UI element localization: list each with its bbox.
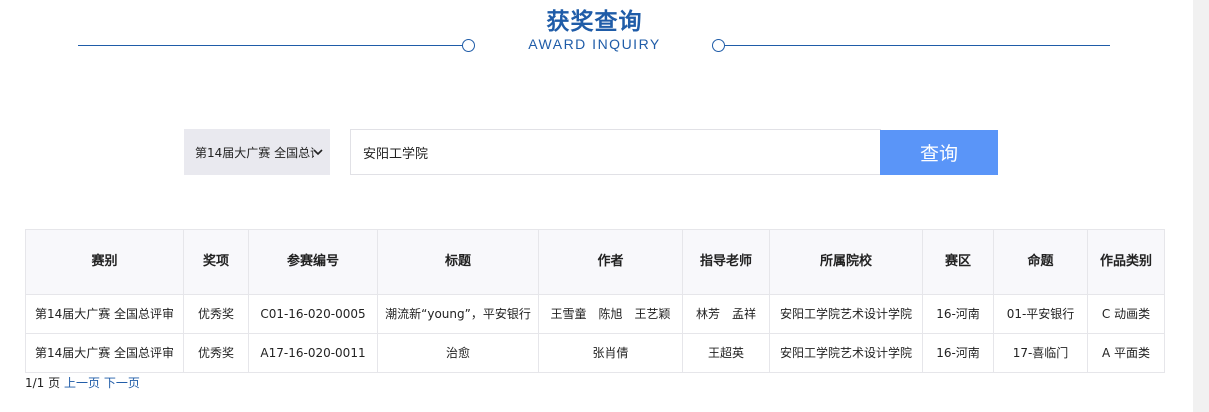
cell-author: 张肖倩 (538, 333, 683, 373)
cell-topic: 17-喜临门 (993, 333, 1088, 373)
column-header-author: 作者 (538, 229, 683, 295)
prev-page-link[interactable]: 上一页 (64, 376, 100, 390)
cell-school: 安阳工学院艺术设计学院 (769, 294, 923, 334)
cell-topic: 01-平安银行 (993, 294, 1088, 334)
page-subtitle: AWARD INQUIRY (528, 36, 661, 52)
cell-category: 第14届大广赛 全国总评审 (25, 333, 184, 373)
column-header-category: 赛别 (25, 229, 184, 295)
column-header-work-type: 作品类别 (1087, 229, 1165, 295)
cell-school: 安阳工学院艺术设计学院 (769, 333, 923, 373)
cell-title: 治愈 (377, 333, 539, 373)
cell-author: 王雪童 陈旭 王艺颖 (538, 294, 683, 334)
pagination: 1/1 页 上一页 下一页 (25, 374, 140, 391)
next-page-link[interactable]: 下一页 (104, 376, 140, 390)
competition-select-value: 第14届大广赛 全国总评审 (195, 145, 314, 160)
cell-region: 16-河南 (922, 333, 994, 373)
cell-award: 优秀奖 (183, 333, 249, 373)
table-header-row: 赛别 奖项 参赛编号 标题 作者 指导老师 所属院校 赛区 命题 作品类别 (25, 229, 1165, 295)
cell-advisor: 王超英 (682, 333, 770, 373)
column-header-region: 赛区 (922, 229, 994, 295)
school-search-input[interactable] (350, 129, 881, 175)
search-button[interactable]: 查询 (880, 130, 998, 175)
table-row: 第14届大广赛 全国总评审 优秀奖 C01-16-020-0005 潮流新“yo… (25, 294, 1165, 334)
cell-entry-number: C01-16-020-0005 (248, 294, 378, 334)
header-divider-right (725, 45, 1110, 46)
column-header-school: 所属院校 (769, 229, 923, 295)
page-title: 获奖查询 (546, 9, 643, 35)
cell-advisor: 林芳 孟祥 (682, 294, 770, 334)
column-header-advisor: 指导老师 (682, 229, 770, 295)
cell-entry-number: A17-16-020-0011 (248, 333, 378, 373)
cell-work-type: A 平面类 (1087, 333, 1165, 373)
chevron-down-icon (313, 149, 323, 156)
column-header-topic: 命题 (993, 229, 1088, 295)
column-header-award: 奖项 (183, 229, 249, 295)
page-scrollbar[interactable] (1193, 0, 1209, 412)
column-header-entry-number: 参赛编号 (248, 229, 378, 295)
table-row: 第14届大广赛 全国总评审 优秀奖 A17-16-020-0011 治愈 张肖倩… (25, 333, 1165, 373)
cell-category: 第14届大广赛 全国总评审 (25, 294, 184, 334)
competition-select[interactable]: 第14届大广赛 全国总评审 (184, 129, 330, 175)
cell-award: 优秀奖 (183, 294, 249, 334)
page-info: 1/1 页 (25, 376, 61, 390)
header-ring-right (712, 39, 725, 52)
cell-work-type: C 动画类 (1087, 294, 1165, 334)
cell-title: 潮流新“young”，平安银行 (377, 294, 539, 334)
column-header-title: 标题 (377, 229, 539, 295)
cell-region: 16-河南 (922, 294, 994, 334)
results-table: 赛别 奖项 参赛编号 标题 作者 指导老师 所属院校 赛区 命题 作品类别 第1… (25, 229, 1165, 373)
